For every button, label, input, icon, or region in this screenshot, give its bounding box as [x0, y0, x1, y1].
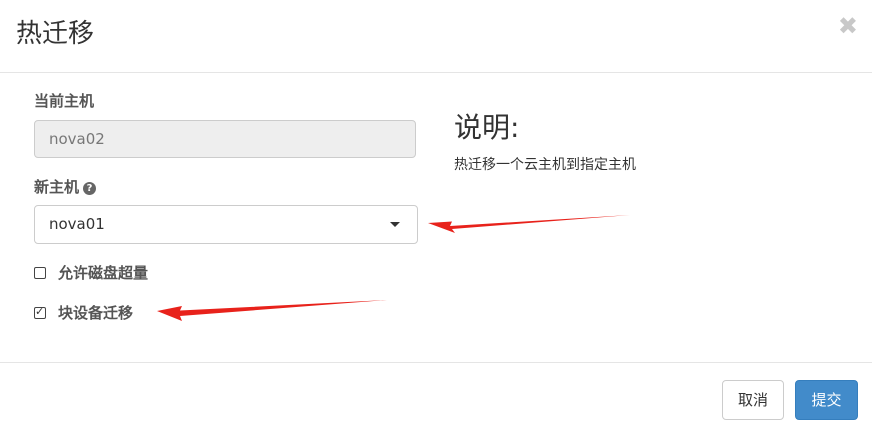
annotation-arrow — [157, 300, 387, 321]
annotation-arrow — [428, 215, 630, 233]
annotation-arrows — [157, 215, 630, 321]
